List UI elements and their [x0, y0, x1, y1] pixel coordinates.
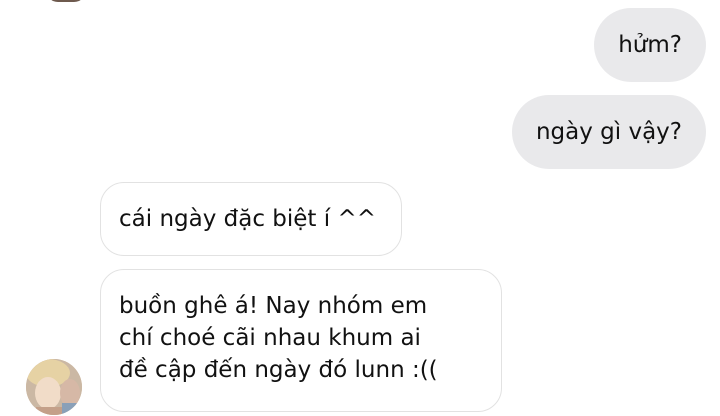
- message-text-line: buồn ghê á! Nay nhóm em: [119, 293, 428, 319]
- previous-avatar-fragment: [46, 0, 86, 2]
- incoming-message-bubble[interactable]: cái ngày đặc biệt í ^^: [100, 182, 402, 256]
- avatar-photo-icon: [26, 359, 82, 415]
- message-text: ngày gì vậy?: [535, 119, 682, 145]
- message-text-line: đề cập đến ngày đó lunn :((: [119, 357, 438, 383]
- outgoing-message-bubble[interactable]: hửm?: [594, 8, 706, 82]
- contact-avatar[interactable]: [26, 359, 82, 415]
- outgoing-message-bubble[interactable]: ngày gì vậy?: [511, 95, 706, 169]
- message-text: cái ngày đặc biệt í ^^: [119, 206, 376, 232]
- chat-thread: hửm? ngày gì vậy? cái ngày đặc biệt í ^^…: [0, 0, 720, 416]
- incoming-message-bubble[interactable]: buồn ghê á! Nay nhóm em chí choé cãi nha…: [100, 269, 502, 412]
- message-text: hửm?: [618, 32, 682, 58]
- message-text-line: chí choé cãi nhau khum ai: [119, 325, 421, 351]
